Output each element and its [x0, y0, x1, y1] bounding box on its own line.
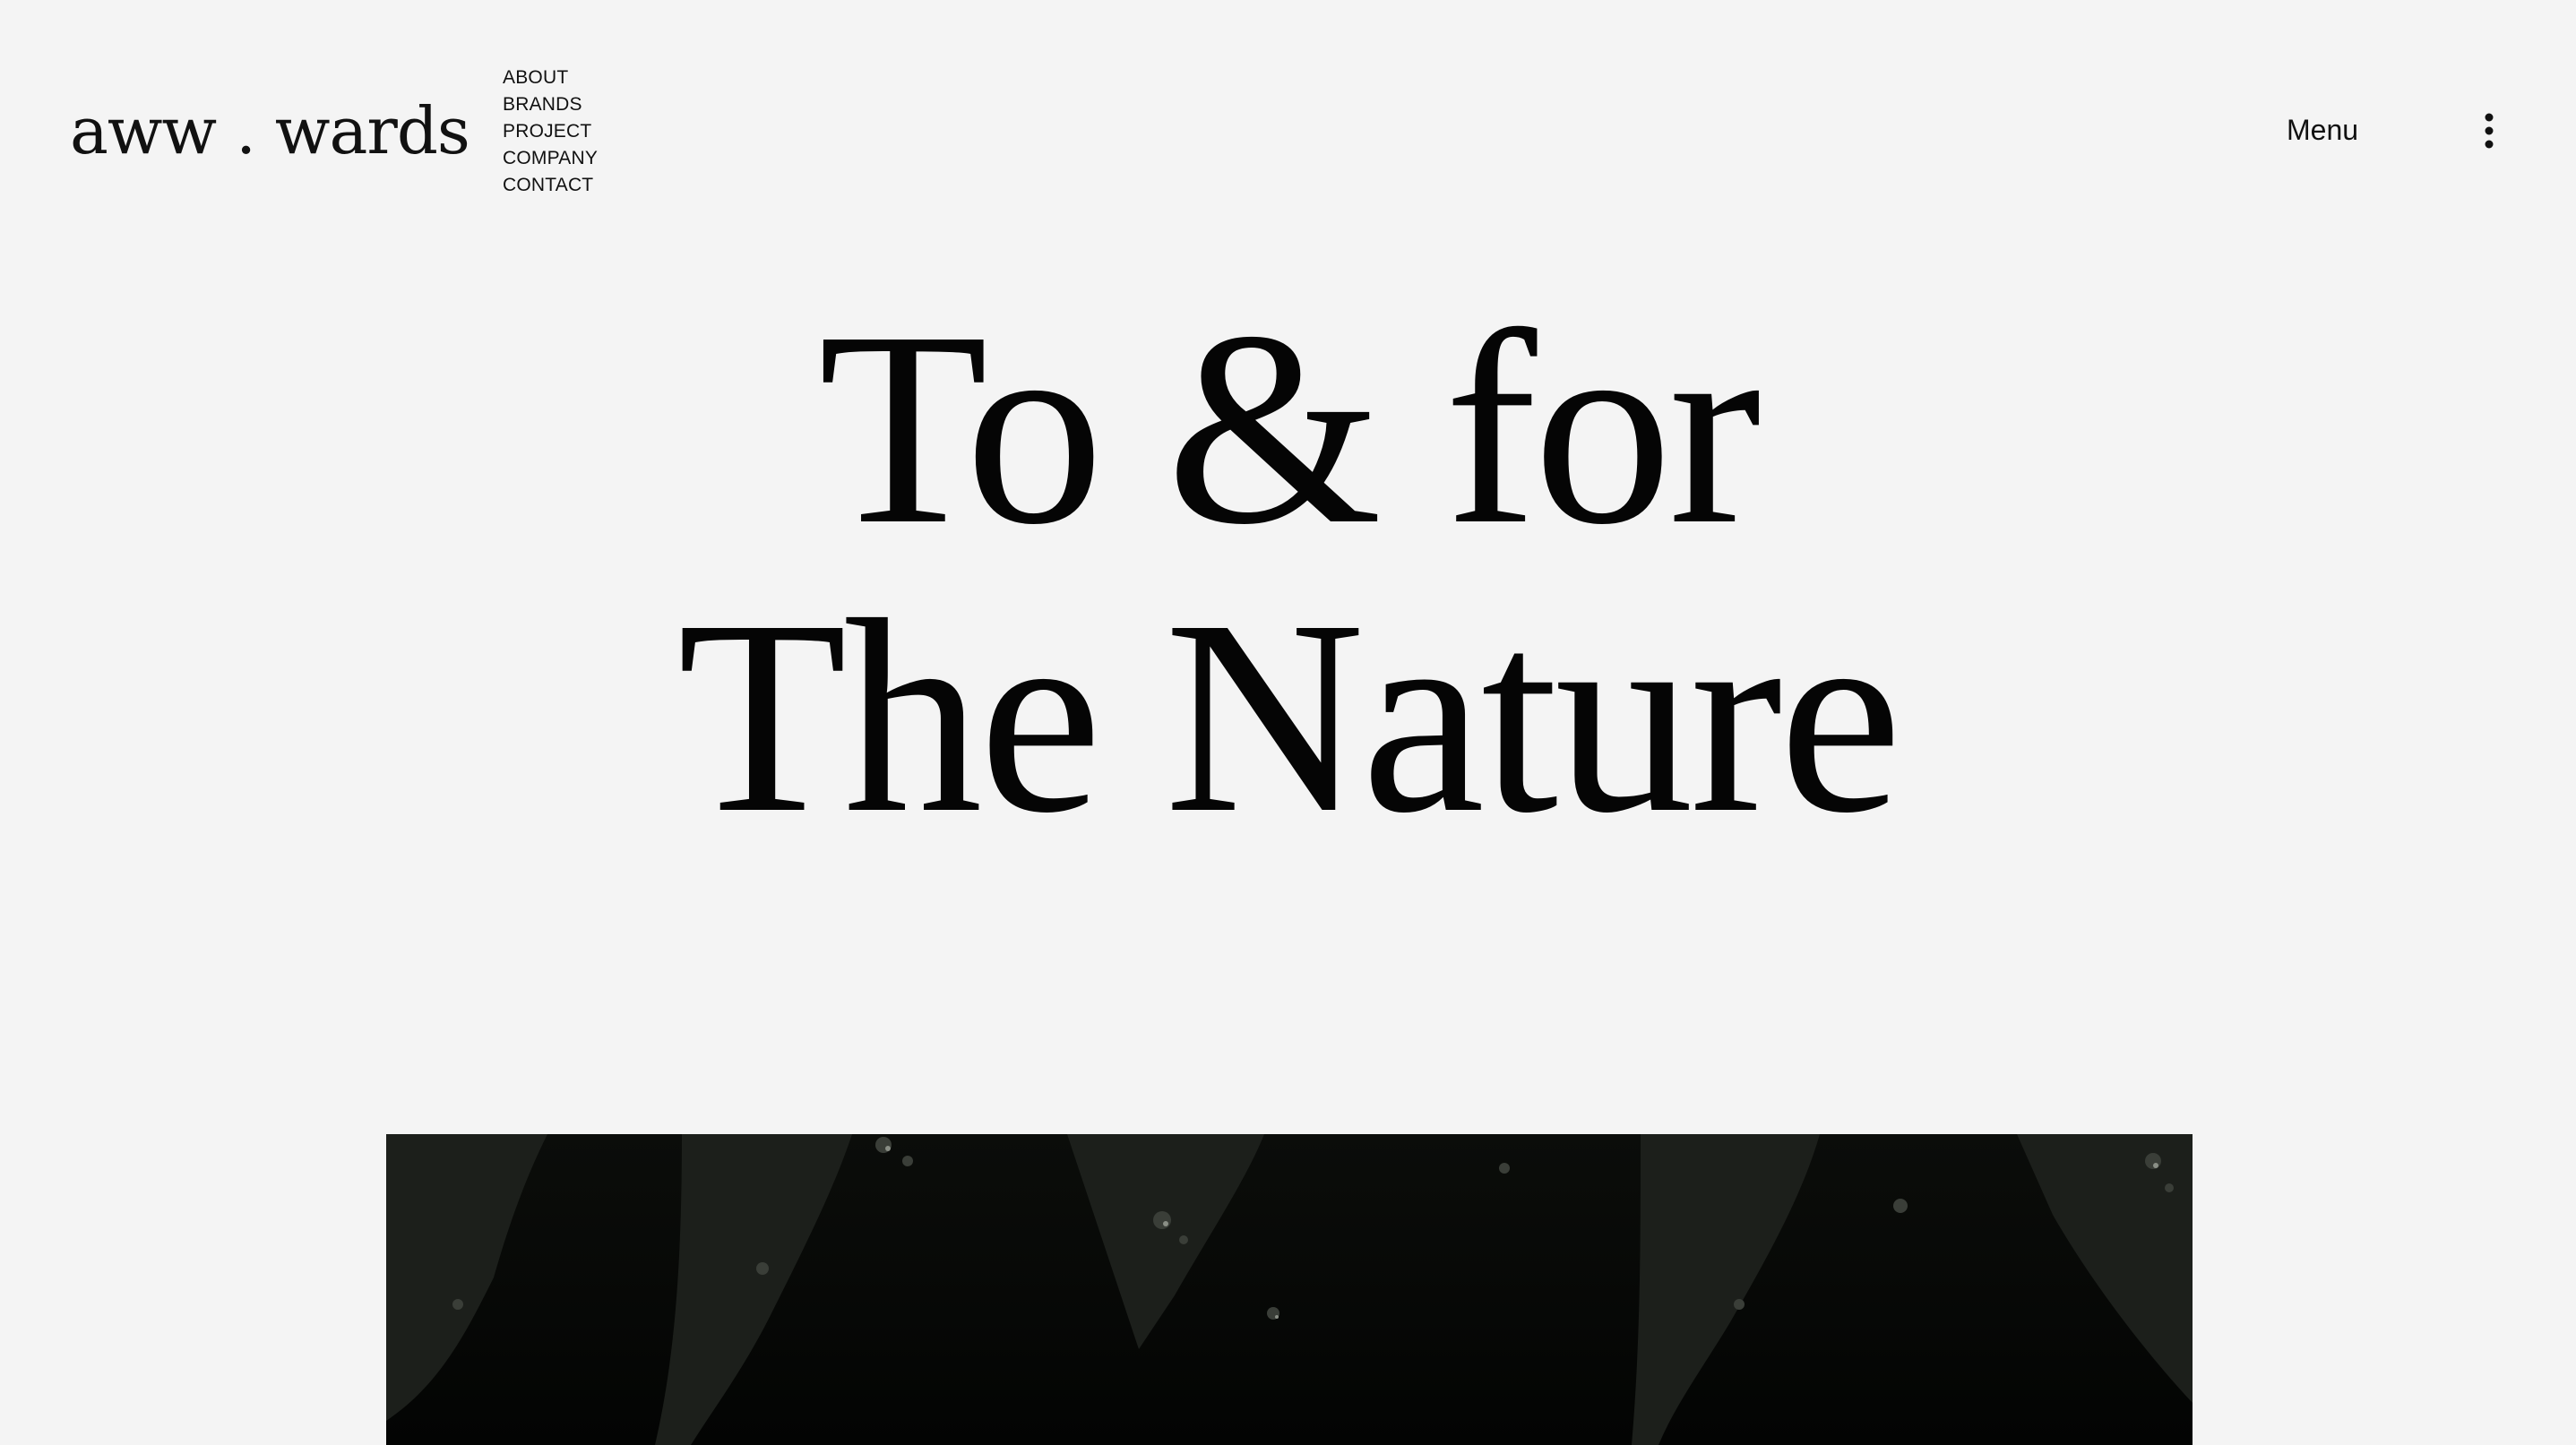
more-vertical-icon[interactable] — [2478, 111, 2500, 151]
menu-button[interactable]: Menu — [2287, 111, 2358, 149]
nav-item-brands[interactable]: BRANDS — [503, 91, 598, 118]
nav-item-project[interactable]: PROJECT — [503, 118, 598, 145]
hero-headline: To & for The Nature — [0, 285, 2576, 862]
primary-nav: ABOUT BRANDS PROJECT COMPANY CONTACT — [503, 65, 598, 199]
nav-item-company[interactable]: COMPANY — [503, 145, 598, 172]
page: aww . wards ABOUT BRANDS PROJECT COMPANY… — [0, 0, 2576, 1445]
hero-line-1: To & for — [818, 275, 1761, 582]
site-logo[interactable]: aww . wards — [70, 90, 470, 172]
nav-item-about[interactable]: ABOUT — [503, 65, 598, 91]
nav-item-contact[interactable]: CONTACT — [503, 172, 598, 199]
forest-photo — [386, 1134, 2193, 1445]
hero-line-2: The Nature — [677, 563, 1902, 871]
